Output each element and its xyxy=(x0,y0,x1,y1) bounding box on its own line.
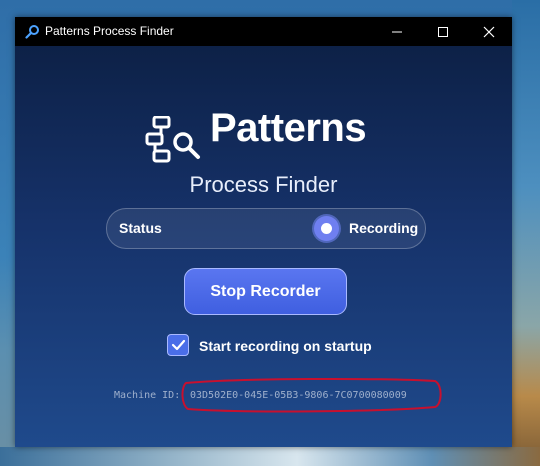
window-title: Patterns Process Finder xyxy=(45,24,174,38)
checkmark-icon xyxy=(171,339,186,351)
maximize-button[interactable] xyxy=(420,17,466,46)
status-value: Recording xyxy=(349,220,419,236)
main-panel: Patterns Process Finder Status Recording… xyxy=(15,46,512,447)
title-bar[interactable]: Patterns Process Finder xyxy=(15,17,512,46)
status-panel: Status Recording xyxy=(106,208,426,249)
start-on-startup-label[interactable]: Start recording on startup xyxy=(199,338,372,354)
minimize-icon xyxy=(392,31,402,32)
maximize-icon xyxy=(438,26,448,37)
minimize-button[interactable] xyxy=(374,17,420,46)
machine-id-label: Machine ID: xyxy=(114,390,181,401)
app-logo-subtitle: Process Finder xyxy=(189,172,338,197)
desktop-background xyxy=(512,0,540,466)
app-logo-title: Patterns xyxy=(210,106,367,150)
desktop-background-bottom xyxy=(0,447,540,466)
stop-recorder-button[interactable]: Stop Recorder xyxy=(184,268,347,315)
process-search-icon xyxy=(145,116,200,163)
close-button[interactable] xyxy=(466,17,512,46)
search-icon xyxy=(25,25,39,39)
start-on-startup-checkbox[interactable] xyxy=(167,334,189,356)
close-icon xyxy=(483,26,495,37)
annotation-circle xyxy=(181,377,442,413)
recording-indicator-icon xyxy=(314,216,339,241)
app-window: Patterns Process Finder Patterns Process… xyxy=(15,17,512,447)
status-label: Status xyxy=(119,220,162,236)
